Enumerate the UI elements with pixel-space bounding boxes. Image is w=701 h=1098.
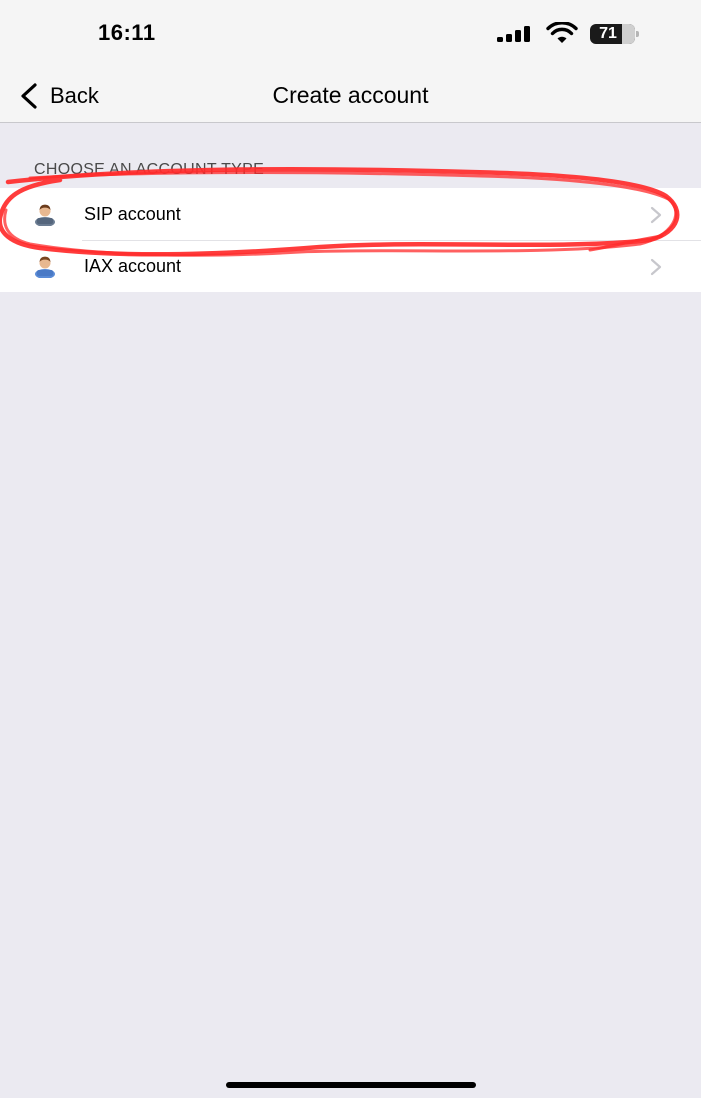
- account-type-list: SIP account IAX account: [0, 188, 701, 292]
- battery-tip: [636, 31, 639, 37]
- screen: 16:11 71 Back Create account CHOOSE AN A…: [0, 0, 701, 1098]
- list-item-iax-account[interactable]: IAX account: [0, 240, 701, 292]
- home-indicator[interactable]: [226, 1082, 476, 1088]
- battery-body: 71: [590, 24, 635, 44]
- page-title: Create account: [272, 82, 429, 108]
- wifi-icon: [546, 22, 578, 43]
- user-icon: [35, 204, 55, 226]
- top-bar: 16:11 71 Back Create account: [0, 0, 701, 123]
- battery-icon: 71: [590, 24, 640, 44]
- battery-level: 71: [599, 25, 617, 42]
- user-icon: [35, 256, 55, 278]
- list-item-label: SIP account: [84, 204, 181, 224]
- status-time: 16:11: [98, 20, 156, 45]
- chevron-right-icon: [650, 258, 662, 276]
- chevron-right-icon: [650, 206, 662, 224]
- list-item-sip-account[interactable]: SIP account: [0, 188, 701, 240]
- section-header: CHOOSE AN ACCOUNT TYPE: [34, 161, 265, 178]
- signal-icon: [497, 26, 530, 42]
- list-item-label: IAX account: [84, 256, 182, 276]
